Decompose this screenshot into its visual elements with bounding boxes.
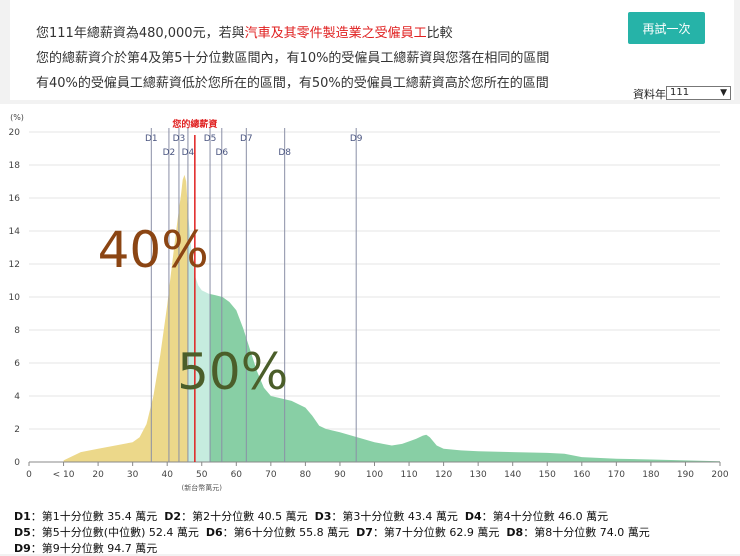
y-tick-label: 8 <box>14 326 20 336</box>
y-tick-label: 4 <box>14 392 20 402</box>
decile-label-d9: D9 <box>350 134 363 144</box>
decile-label-d3: D3 <box>173 134 186 144</box>
result-text: 您111年總薪資為480,000元，若與 <box>36 26 245 41</box>
legend-key: D6 <box>205 526 223 539</box>
legend-text: ：第8十分位數 74.0 萬元 <box>523 526 650 539</box>
legend-text: ：第9十分位數 94.7 萬元 <box>30 542 158 555</box>
y-tick-label: 0 <box>14 458 20 468</box>
decile-label-d6: D6 <box>215 148 228 158</box>
legend-row: D1：第1十分位數 35.4 萬元 D2：第2十分位數 40.5 萬元 D3：第… <box>14 508 608 524</box>
x-tick-label: 0 <box>26 470 32 480</box>
legend-text: ：第1十分位數 35.4 萬元 <box>30 510 165 523</box>
legend-key: D2 <box>164 510 182 523</box>
salary-distribution-chart: 0 2 4 6 8 10 12 14 16 18 20 (%) 0 < 10 20 30 40 50 60 70 80 9… <box>9 113 729 492</box>
legend-text: ：第5十分位數(中位數) 52.4 萬元 <box>30 526 206 539</box>
y-tick-label: 14 <box>9 227 21 237</box>
legend-key: D9 <box>14 542 31 555</box>
legend-key: D7 <box>356 526 373 539</box>
result-line-2: 您的總薪資介於第4及第5十分位數區間內，有10%的受僱員工總薪資與您落在相同的區… <box>36 51 550 66</box>
x-tick-label: 140 <box>504 470 521 480</box>
retry-button[interactable]: 再試一次 <box>628 12 705 44</box>
decile-label-d4: D4 <box>182 148 195 158</box>
x-tick-label: 190 <box>677 470 694 480</box>
y-tick-label: 16 <box>9 194 21 204</box>
x-tick-label: 130 <box>470 470 487 480</box>
industry-name: 汽車及其零件製造業之受僱員工 <box>244 26 427 41</box>
share-annotation-2: 50% <box>177 343 288 401</box>
chart-panel: 0 2 4 6 8 10 12 14 16 18 20 (%) 0 < 10 20 30 40 50 60 70 80 9… <box>0 104 740 504</box>
decile-legend: D1：第1十分位數 35.4 萬元 D2：第2十分位數 40.5 萬元 D3：第… <box>0 504 740 555</box>
x-tick-label: 30 <box>127 470 139 480</box>
decile-label-d1: D1 <box>145 134 158 144</box>
x-tick-label: 80 <box>300 470 312 480</box>
year-select-value: 111 <box>670 87 690 98</box>
year-select[interactable]: 111 ▼ <box>666 86 731 100</box>
decile-label-d5: D5 <box>204 134 217 144</box>
x-tick-label: 150 <box>539 470 556 480</box>
x-tick-label: 100 <box>366 470 383 480</box>
x-tick-label: 180 <box>642 470 659 480</box>
legend-key: D1 <box>14 510 31 523</box>
x-tick-label: 110 <box>400 470 417 480</box>
x-tick-label: 160 <box>573 470 590 480</box>
legend-key: D8 <box>506 526 524 539</box>
chevron-down-icon: ▼ <box>720 88 727 98</box>
x-tick-label: < 10 <box>53 470 75 480</box>
legend-text: ：第2十分位數 40.5 萬元 <box>181 510 315 523</box>
x-tick-label: 20 <box>92 470 104 480</box>
x-tick-label: 170 <box>608 470 625 480</box>
y-axis-label: (%) <box>10 113 24 122</box>
share-annotation-1: 40% <box>98 221 209 279</box>
y-tick-label: 20 <box>9 128 21 138</box>
x-tick-label: 90 <box>334 470 346 480</box>
year-label: 資料年 <box>633 88 666 101</box>
legend-key: D5 <box>14 526 31 539</box>
decile-label-d8: D8 <box>278 148 291 158</box>
legend-text: ：第4十分位數 46.0 萬元 <box>481 510 609 523</box>
y-tick-label: 2 <box>14 425 20 435</box>
legend-text: ：第6十分位數 55.8 萬元 <box>222 526 357 539</box>
x-tick-label: 40 <box>161 470 173 480</box>
result-text: 比較 <box>426 26 453 41</box>
result-line-1: 您111年總薪資為480,000元，若與汽車及其零件製造業之受僱員工比較 <box>36 22 453 41</box>
y-tick-label: 6 <box>14 359 20 369</box>
legend-key: D3 <box>314 510 332 523</box>
x-tick-label: 70 <box>265 470 277 480</box>
x-tick-label: 50 <box>196 470 208 480</box>
x-tick-label: 120 <box>435 470 452 480</box>
y-tick-label: 10 <box>9 293 21 303</box>
x-axis-label: (新台幣萬元) <box>182 483 223 492</box>
result-line-3: 有40%的受僱員工總薪資低於您所在的區間，有50%的受僱員工總薪資高於您所在的區… <box>36 76 549 91</box>
decile-label-d2: D2 <box>163 148 176 158</box>
legend-key: D4 <box>464 510 482 523</box>
result-panel: 您111年總薪資為480,000元，若與汽車及其零件製造業之受僱員工比較 您的總… <box>10 0 734 101</box>
legend-text: ：第7十分位數 62.9 萬元 <box>372 526 507 539</box>
y-tick-label: 12 <box>9 260 20 270</box>
legend-row: D5：第5十分位數(中位數) 52.4 萬元 D6：第6十分位數 55.8 萬元… <box>14 524 650 540</box>
your-salary-label: 您的總薪資 <box>172 118 217 130</box>
decile-label-d7: D7 <box>240 134 253 144</box>
legend-text: ：第3十分位數 43.4 萬元 <box>331 510 465 523</box>
x-tick-label: 60 <box>231 470 243 480</box>
x-tick-label: 200 <box>711 470 728 480</box>
y-tick-label: 18 <box>9 161 21 171</box>
